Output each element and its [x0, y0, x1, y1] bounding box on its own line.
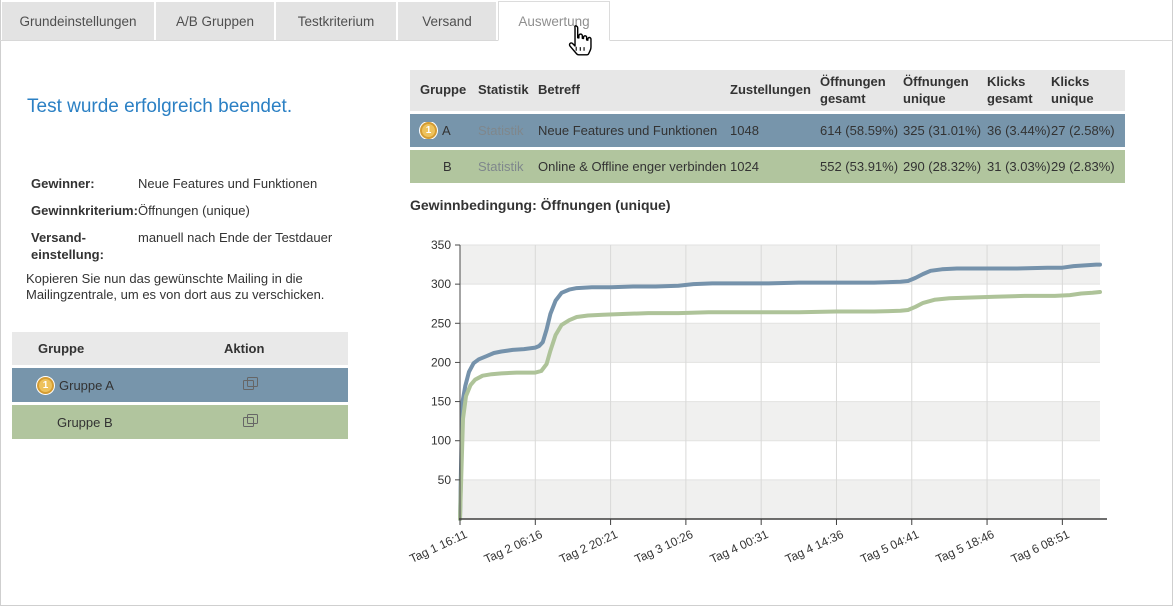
copy-mailing-note: Kopieren Sie nun das gewünschte Mailing …	[26, 271, 362, 304]
versandeinstellung-value: manuell nach Ende der Testdauer	[138, 230, 332, 264]
info-row-gewinner: Gewinner: Neue Features und Funktionen	[31, 176, 361, 193]
row-b-oeffnungen-gesamt: 552 (53.91%)	[820, 159, 903, 174]
statistik-link-a[interactable]: Statistik	[478, 123, 524, 138]
row-a-group: A	[442, 123, 451, 138]
groups-table: Gruppe Aktion 1 Gruppe A Gruppe B	[12, 332, 348, 439]
svg-text:100: 100	[431, 434, 451, 448]
gewinner-value: Neue Features und Funktionen	[138, 176, 317, 193]
header-oeffnungen-unique: Öffnungen unique	[903, 70, 987, 111]
header-oeffnungen-gesamt: Öffnungen gesamt	[820, 70, 903, 111]
chart-title: Gewinnbedingung: Öffnungen (unique)	[410, 197, 671, 213]
svg-text:Tag 5 04:41: Tag 5 04:41	[858, 527, 921, 566]
gewinnkriterium-value: Öffnungen (unique)	[138, 203, 250, 220]
svg-text:Tag 3 10:26: Tag 3 10:26	[632, 527, 695, 566]
results-table-header: Gruppe Statistik Betreff Zustellungen Öf…	[410, 70, 1125, 111]
svg-text:Tag 2 06:16: Tag 2 06:16	[482, 527, 545, 566]
tab-grundeinstellungen[interactable]: Grundeinstellungen	[2, 2, 154, 40]
svg-text:Tag 5 18:46: Tag 5 18:46	[934, 527, 997, 566]
gewinner-label: Gewinner:	[31, 176, 138, 193]
row-a-zustellungen: 1048	[730, 123, 820, 138]
winner-medal-icon: 1	[37, 377, 54, 394]
svg-text:Tag 1 16:11: Tag 1 16:11	[408, 527, 470, 566]
success-headline: Test wurde erfolgreich beendet.	[27, 96, 292, 118]
group-row-a: 1 Gruppe A	[12, 368, 348, 402]
row-a-oeffnungen-unique: 325 (31.01%)	[903, 123, 987, 138]
row-b-zustellungen: 1024	[730, 159, 820, 174]
versandeinstellung-label: Versand- einstellung:	[31, 230, 138, 264]
results-row-a: 1 A Statistik Neue Features und Funktion…	[410, 114, 1125, 147]
info-row-versandeinstellung: Versand- einstellung: manuell nach Ende …	[31, 230, 361, 264]
header-klicks-unique: Klicks unique	[1051, 70, 1125, 111]
info-row-gewinnkriterium: Gewinnkriterium: Öffnungen (unique)	[31, 203, 361, 220]
header-zustellungen: Zustellungen	[730, 78, 820, 102]
row-b-group: B	[443, 159, 452, 174]
row-b-betreff: Online & Offline enger verbinden	[538, 159, 730, 174]
groups-header-gruppe: Gruppe	[12, 341, 222, 356]
header-betreff: Betreff	[538, 78, 730, 102]
line-chart: 50 100 150 200 250 300 350 Tag 1 16:11 Tag 2 06:…	[408, 233, 1138, 578]
group-b-name: Gruppe B	[57, 415, 113, 430]
row-a-betreff: Neue Features und Funktionen	[538, 123, 730, 138]
svg-text:350: 350	[431, 238, 451, 252]
tab-versand[interactable]: Versand	[398, 2, 496, 40]
svg-text:Tag 2 20:21: Tag 2 20:21	[557, 527, 620, 566]
header-statistik: Statistik	[478, 78, 538, 102]
svg-text:250: 250	[431, 316, 451, 330]
header-gruppe: Gruppe	[410, 78, 478, 102]
row-b-oeffnungen-unique: 290 (28.32%)	[903, 159, 987, 174]
row-a-oeffnungen-gesamt: 614 (58.59%)	[820, 123, 903, 138]
tab-ab-gruppen[interactable]: A/B Gruppen	[156, 2, 274, 40]
svg-text:300: 300	[431, 277, 451, 291]
tab-bar: Grundeinstellungen A/B Gruppen Testkrite…	[0, 0, 1173, 41]
svg-text:50: 50	[438, 473, 452, 487]
row-b-klicks-gesamt: 31 (3.03%)	[987, 159, 1051, 174]
statistik-link-b[interactable]: Statistik	[478, 159, 524, 174]
groups-header-aktion: Aktion	[222, 341, 348, 356]
results-row-b: B Statistik Online & Offline enger verbi…	[410, 150, 1125, 183]
row-b-klicks-unique: 29 (2.83%)	[1051, 159, 1125, 174]
ab-test-evaluation-page: Grundeinstellungen A/B Gruppen Testkrite…	[0, 0, 1173, 606]
row-a-klicks-gesamt: 36 (3.44%)	[987, 123, 1051, 138]
winner-medal-icon: 1	[420, 122, 437, 139]
svg-text:200: 200	[431, 355, 451, 369]
gewinnkriterium-label: Gewinnkriterium:	[31, 203, 138, 220]
tab-testkriterium[interactable]: Testkriterium	[276, 2, 396, 40]
svg-text:Tag 4 14:36: Tag 4 14:36	[783, 527, 846, 566]
tab-auswertung[interactable]: Auswertung	[498, 1, 610, 41]
header-klicks-gesamt: Klicks gesamt	[987, 70, 1051, 111]
results-table: Gruppe Statistik Betreff Zustellungen Öf…	[410, 70, 1125, 183]
copy-icon[interactable]	[243, 377, 258, 391]
group-a-name: Gruppe A	[59, 378, 114, 393]
svg-text:Tag 4 00:31: Tag 4 00:31	[708, 527, 771, 566]
groups-table-header: Gruppe Aktion	[12, 332, 348, 365]
copy-icon[interactable]	[243, 414, 258, 428]
svg-text:Tag 6 08:51: Tag 6 08:51	[1009, 527, 1072, 566]
group-row-b: Gruppe B	[12, 405, 348, 439]
winner-info: Gewinner: Neue Features und Funktionen G…	[31, 176, 361, 274]
svg-text:150: 150	[431, 395, 451, 409]
row-a-klicks-unique: 27 (2.58%)	[1051, 123, 1125, 138]
